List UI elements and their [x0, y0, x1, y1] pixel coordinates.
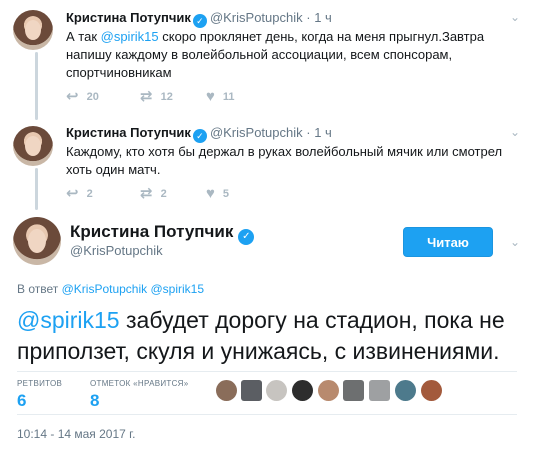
avatar[interactable] [13, 10, 53, 50]
tweet-header: Кристина Потупчик ✓ @KrisPotupchik · 1 ч [66, 10, 332, 28]
retweet-button[interactable]: ⇄ 12 [140, 88, 206, 105]
following-button[interactable]: Читаю [403, 227, 493, 257]
like-count: 5 [222, 188, 230, 200]
tweet-header: Кристина Потупчик ✓ @KrisPotupchik · 1 ч [66, 125, 332, 143]
thread-connector [35, 52, 38, 120]
reply-context: В ответ @KrisPotupchik @spirik15 [17, 282, 205, 296]
like-button[interactable]: ♥ 5 [206, 185, 280, 202]
thread-tweet-1[interactable]: Кристина Потупчик ✓ @KrisPotupchik · 1 ч ⌄… [0, 0, 534, 120]
liker-avatar[interactable] [369, 380, 390, 401]
verified-badge-icon: ✓ [192, 14, 207, 28]
tweet-actions: ↩ 20 ⇄ 12 ♥ 11 [66, 88, 280, 105]
main-author-handle[interactable]: @KrisPotupchik [70, 243, 163, 258]
chevron-down-icon[interactable]: ⌄ [508, 235, 522, 249]
main-author-name[interactable]: Кристина Потупчик ✓ [70, 222, 257, 245]
retweets-count[interactable]: 6 [17, 391, 26, 411]
chevron-down-icon[interactable]: ⌄ [508, 10, 522, 24]
chevron-down-icon[interactable]: ⌄ [508, 125, 522, 139]
liker-avatar[interactable] [292, 380, 313, 401]
mention-link[interactable]: @spirik15 [101, 29, 159, 44]
tweet-text: Каждому, кто хотя бы держал в руках воле… [66, 144, 503, 177]
verified-badge-icon: ✓ [238, 229, 255, 245]
mention-link[interactable]: @spirik15 [17, 307, 120, 333]
author-handle[interactable]: @KrisPotupchik [210, 125, 303, 140]
author-name[interactable]: Кристина Потупчик [66, 10, 191, 25]
author-name[interactable]: Кристина Потупчик [66, 125, 191, 140]
heart-icon: ♥ [206, 88, 215, 105]
divider [17, 371, 517, 372]
retweet-icon: ⇄ [140, 88, 153, 105]
verified-badge-icon: ✓ [192, 129, 207, 143]
liker-avatar[interactable] [318, 380, 339, 401]
liker-avatar[interactable] [241, 380, 262, 401]
reply-button[interactable]: ↩ 20 [66, 88, 140, 105]
reply-count: 20 [86, 91, 99, 103]
heart-icon: ♥ [206, 185, 215, 202]
divider [17, 414, 517, 415]
main-tweet-text: @spirik15 забудет дорогу на стадион, пок… [17, 307, 505, 364]
liker-avatar[interactable] [216, 380, 237, 401]
retweets-label[interactable]: РЕТВИТОВ [17, 379, 62, 388]
like-count: 11 [222, 91, 235, 103]
avatar[interactable] [13, 126, 53, 166]
retweet-count: 2 [160, 188, 167, 200]
likes-count[interactable]: 8 [90, 391, 99, 411]
tweet-text: А так @spirik15 скоро проклянет день, ко… [66, 29, 485, 80]
thread-tweet-2[interactable]: Кристина Потупчик ✓ @KrisPotupchik · 1 ч ⌄… [0, 118, 534, 210]
retweet-count: 12 [160, 91, 173, 103]
reply-count: 2 [86, 188, 93, 200]
reply-icon: ↩ [66, 88, 79, 105]
reply-to-handles[interactable]: @KrisPotupchik @spirik15 [62, 282, 204, 296]
tweet-actions: ↩ 2 ⇄ 2 ♥ 5 [66, 185, 280, 202]
author-handle[interactable]: @KrisPotupchik [210, 10, 303, 25]
thread-connector [35, 168, 38, 210]
retweet-icon: ⇄ [140, 185, 153, 202]
reply-icon: ↩ [66, 185, 79, 202]
tweet-time[interactable]: · 1 ч [306, 125, 332, 140]
liker-avatar[interactable] [421, 380, 442, 401]
like-button[interactable]: ♥ 11 [206, 88, 280, 105]
likes-label[interactable]: ОТМЕТОК «НРАВИТСЯ» [90, 379, 188, 388]
tweet-time[interactable]: · 1 ч [306, 10, 332, 25]
liker-avatar[interactable] [395, 380, 416, 401]
main-avatar[interactable] [13, 217, 61, 265]
retweet-button[interactable]: ⇄ 2 [140, 185, 206, 202]
liker-avatar[interactable] [343, 380, 364, 401]
reply-button[interactable]: ↩ 2 [66, 185, 140, 202]
liker-avatar[interactable] [266, 380, 287, 401]
tweet-date[interactable]: 10:14 - 14 мая 2017 г. [17, 427, 135, 441]
